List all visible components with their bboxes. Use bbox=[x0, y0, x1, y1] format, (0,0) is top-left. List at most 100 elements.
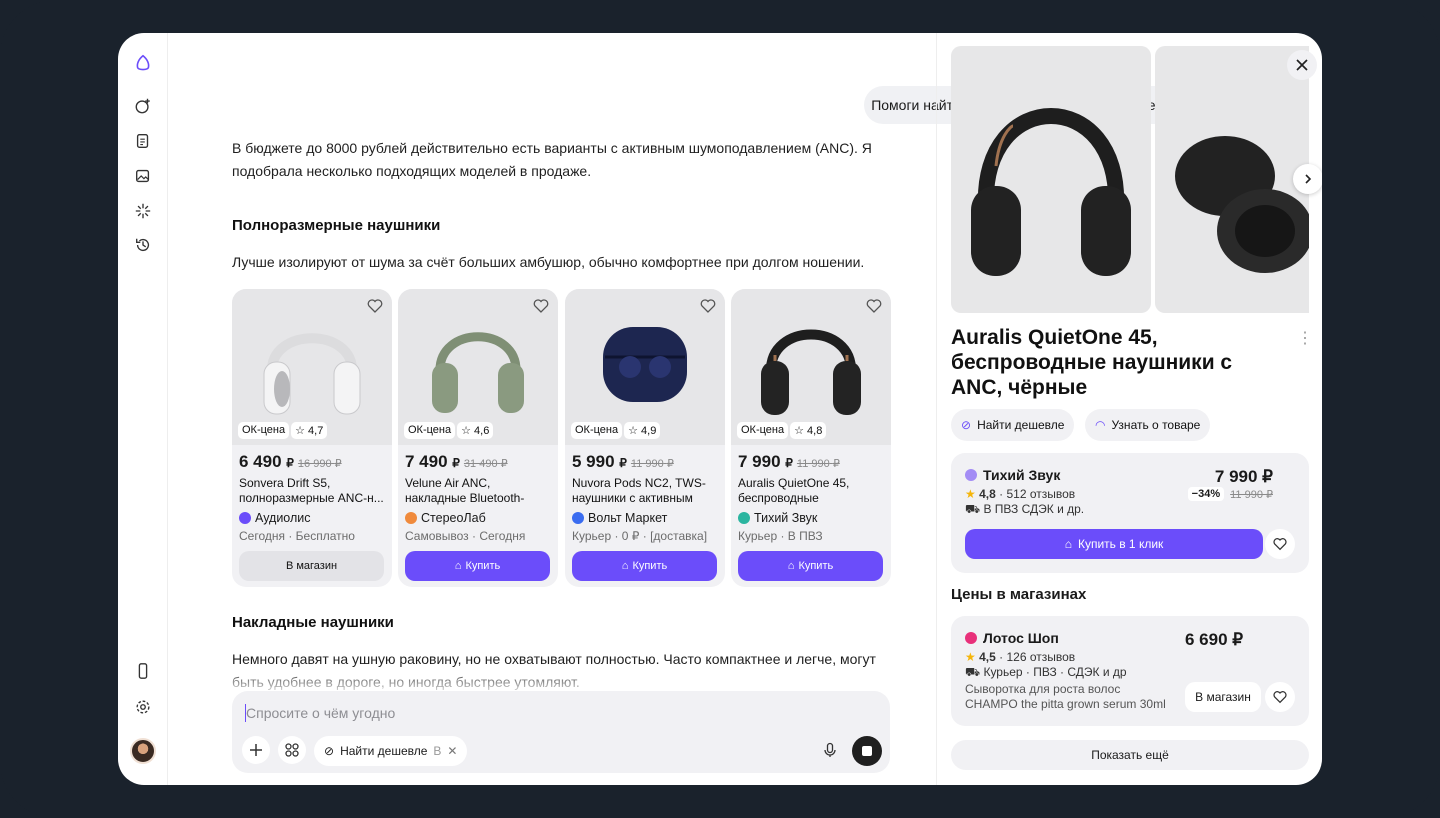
product-price: 7 990 ₽ bbox=[738, 452, 793, 471]
gallery-next-button[interactable] bbox=[1293, 164, 1322, 194]
stores-section-title: Цены в магазинах bbox=[951, 586, 1087, 603]
basket-icon: ⌂ bbox=[621, 560, 629, 572]
attach-plus-button[interactable] bbox=[242, 736, 270, 764]
message-composer: Спросите о чём угодно ⊘ Найти дешевле В … bbox=[232, 691, 890, 773]
more-options-icon[interactable]: ⋮ bbox=[1297, 328, 1313, 348]
microphone-button[interactable] bbox=[816, 736, 844, 764]
product-title[interactable]: Nuvora Pods NC2, TWS-наушники с активным… bbox=[572, 476, 720, 506]
section-title-onear: Накладные наушники bbox=[232, 614, 394, 631]
settings-gear-icon[interactable] bbox=[133, 697, 153, 717]
offer-rating: ★ 4,8 · 512 отзывов bbox=[965, 487, 1076, 501]
shop-logo-icon bbox=[738, 512, 750, 524]
offer-shop-name[interactable]: Тихий Звук bbox=[965, 467, 1060, 483]
phone-icon[interactable] bbox=[133, 661, 153, 681]
favorite-heart-icon[interactable] bbox=[532, 297, 550, 315]
basket-icon: ⌂ bbox=[454, 560, 462, 572]
gallery-image-second[interactable] bbox=[1155, 46, 1309, 313]
offer-delivery: ⛟ В ПВЗ СДЭК и др. bbox=[965, 502, 1085, 516]
product-card[interactable]: ОК-цена ☆ 4,7 6 490 ₽16 990 ₽ Sonvera Dri… bbox=[232, 289, 392, 587]
delivery-info: Сегодня · Бесплатно bbox=[239, 529, 355, 543]
favorite-heart-icon[interactable] bbox=[1265, 529, 1295, 559]
product-title: Auralis QuietOne 45, беспроводные наушни… bbox=[951, 326, 1233, 399]
product-card[interactable]: ОК-цена ☆ 4,9 5 990 ₽11 990 ₽ Nuvora Pods… bbox=[565, 289, 725, 587]
favorite-heart-icon[interactable] bbox=[1265, 682, 1295, 712]
buy-one-click-button[interactable]: ⌂ Купить в 1 клик bbox=[965, 529, 1263, 559]
new-chat-icon[interactable] bbox=[133, 96, 153, 116]
apps-grid-button[interactable] bbox=[278, 736, 306, 764]
images-icon[interactable] bbox=[133, 166, 153, 186]
old-price: 31 490 ₽ bbox=[463, 458, 508, 470]
to-store-button[interactable]: В магазин bbox=[1185, 682, 1261, 712]
chip-close-icon[interactable]: ✕ bbox=[447, 744, 457, 758]
ok-price-badge: ОК-цена bbox=[737, 422, 789, 439]
assistant-intro: В бюджете до 8000 рублей действительно е… bbox=[232, 140, 872, 179]
store-rating: ★ 4,5 · 126 отзывов bbox=[965, 650, 1076, 664]
product-price: 5 990 ₽ bbox=[572, 452, 627, 471]
delivery-info: Курьер · В ПВЗ bbox=[738, 529, 823, 543]
shop-name[interactable]: Вольт Маркет bbox=[572, 511, 667, 525]
favorite-heart-icon[interactable] bbox=[366, 297, 384, 315]
basket-icon: ⌂ bbox=[1064, 537, 1072, 551]
chat-area: Помоги найти наушники с шумоподавлением … bbox=[168, 33, 1240, 785]
to-store-button[interactable]: В магазин bbox=[239, 551, 384, 581]
best-offer-card: Тихий Звук 7 990 ₽ ★ 4,8 · 512 отзывов ⛟… bbox=[951, 453, 1309, 573]
rating-badge: ☆ 4,8 bbox=[790, 422, 827, 439]
gallery-image-main[interactable] bbox=[951, 46, 1151, 313]
shop-logo-icon bbox=[572, 512, 584, 524]
favorite-heart-icon[interactable] bbox=[865, 297, 883, 315]
stop-icon bbox=[862, 746, 872, 756]
product-title[interactable]: Sonvera Drift S5, полноразмерные ANC-н..… bbox=[239, 476, 387, 506]
delivery-info: Самовывоз · Сегодня bbox=[405, 529, 526, 543]
delivery-info: Курьер · 0 ₽ · [доставка] bbox=[572, 529, 708, 543]
offer-price: 7 990 ₽ bbox=[1214, 467, 1273, 486]
ok-price-badge: ОК-цена bbox=[571, 422, 623, 439]
delivery-truck-icon: ⛟ bbox=[965, 665, 981, 679]
store-price: 6 690 ₽ bbox=[1185, 630, 1244, 649]
alice-icon: ◠ bbox=[1095, 418, 1106, 432]
product-card[interactable]: ОК-цена ☆ 4,8 7 990 ₽11 990 ₽ Auralis Qui… bbox=[731, 289, 891, 587]
tag-icon: ⊘ bbox=[324, 744, 335, 758]
product-carousel: ОК-цена ☆ 4,7 6 490 ₽16 990 ₽ Sonvera Dri… bbox=[232, 289, 892, 587]
buy-button[interactable]: ⌂ Купить bbox=[738, 551, 883, 581]
tag-icon: ⊘ bbox=[961, 418, 972, 432]
product-title[interactable]: Auralis QuietOne 45, беспроводные наушни… bbox=[738, 476, 886, 506]
basket-icon: ⌂ bbox=[787, 560, 795, 572]
sparkle-icon[interactable] bbox=[133, 201, 153, 221]
buy-button[interactable]: ⌂ Купить bbox=[405, 551, 550, 581]
device-frame: Помоги найти наушники с шумоподавлением … bbox=[0, 0, 1440, 818]
product-panel: Auralis QuietOne 45, беспроводные наушни… bbox=[936, 33, 1322, 785]
ok-price-badge: ОК-цена bbox=[404, 422, 456, 439]
shop-name[interactable]: Тихий Звук bbox=[738, 511, 817, 525]
old-price: 11 990 ₽ bbox=[796, 458, 840, 470]
message-input[interactable]: Спросите о чём угодно bbox=[246, 705, 395, 721]
stop-generation-button[interactable] bbox=[852, 736, 882, 766]
find-cheaper-chip[interactable]: ⊘ Найти дешевле В ✕ bbox=[314, 736, 468, 766]
rating-badge: ☆ 4,6 bbox=[457, 422, 494, 439]
store-delivery: ⛟ Курьер · ПВЗ · СДЭК и др bbox=[965, 665, 1127, 679]
section-desc-fullsize: Лучше изолируют от шума за счёт больших … bbox=[232, 254, 865, 270]
app-window: Помоги найти наушники с шумоподавлением … bbox=[118, 33, 1322, 785]
favorite-heart-icon[interactable] bbox=[699, 297, 717, 315]
delivery-truck-icon: ⛟ bbox=[965, 502, 981, 516]
shop-logo-icon bbox=[965, 632, 977, 644]
product-card[interactable]: ОК-цена ☆ 4,6 7 490 ₽31 490 ₽ Velune Air … bbox=[398, 289, 558, 587]
alice-logo-icon[interactable] bbox=[133, 53, 153, 73]
buy-button[interactable]: ⌂ Купить bbox=[572, 551, 717, 581]
rating-badge: ☆ 4,9 bbox=[624, 422, 661, 439]
shop-logo-icon bbox=[405, 512, 417, 524]
shop-name[interactable]: СтереоЛаб bbox=[405, 511, 486, 525]
ok-price-badge: ОК-цена bbox=[238, 422, 290, 439]
shop-logo-icon bbox=[965, 469, 977, 481]
shop-logo-icon bbox=[239, 512, 251, 524]
old-price: 11 990 ₽ bbox=[630, 458, 674, 470]
shop-name[interactable]: Аудиолис bbox=[239, 511, 311, 525]
store-shop-name[interactable]: Лотос Шоп bbox=[965, 630, 1059, 646]
show-more-button[interactable]: Показать ещё bbox=[951, 740, 1309, 770]
close-panel-button[interactable] bbox=[1287, 50, 1317, 80]
user-avatar[interactable] bbox=[130, 738, 156, 764]
find-cheaper-button[interactable]: ⊘ Найти дешевле bbox=[951, 409, 1075, 441]
history-icon[interactable] bbox=[133, 235, 153, 255]
product-title[interactable]: Velune Air ANC, накладные Bluetooth-науш… bbox=[405, 476, 553, 506]
notes-icon[interactable] bbox=[133, 131, 153, 151]
about-product-button[interactable]: ◠ Узнать о товаре bbox=[1085, 409, 1211, 441]
